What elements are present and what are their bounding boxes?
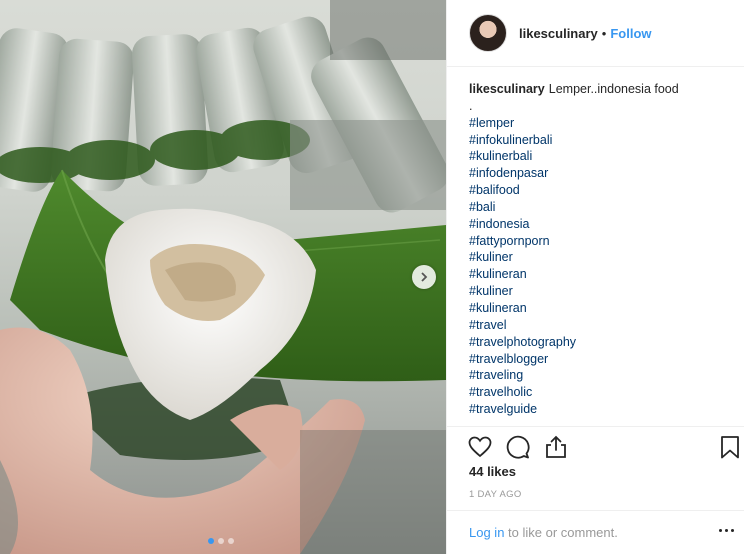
hashtag-link[interactable]: #infokulinerbali <box>469 132 722 149</box>
comment-icon[interactable] <box>505 434 531 460</box>
hashtag-link[interactable]: #indonesia <box>469 216 722 233</box>
carousel-dot-active <box>208 538 214 544</box>
photo-image <box>0 0 446 554</box>
follow-button[interactable]: Follow <box>610 26 651 41</box>
hashtag-link[interactable]: #travel <box>469 317 722 334</box>
login-prompt: Log in to like or comment. <box>447 510 744 554</box>
hashtag-link[interactable]: #fattypornporn <box>469 233 722 250</box>
more-options-icon[interactable] <box>719 529 735 535</box>
caption-text: Lemper..indonesia food <box>548 82 679 96</box>
caption: likesculinary Lemper..indonesia food . #l… <box>447 67 744 423</box>
hashtag-link[interactable]: #travelholic <box>469 384 722 401</box>
hashtag-link[interactable]: #infodenpasar <box>469 165 722 182</box>
hashtag-link[interactable]: #traveling <box>469 367 722 384</box>
action-bar <box>447 426 744 464</box>
hashtag-link[interactable]: #travelblogger <box>469 351 722 368</box>
caption-dot: . <box>469 98 473 113</box>
hashtag-link[interactable]: #travelphotography <box>469 334 722 351</box>
post-timestamp[interactable]: 1 DAY AGO <box>469 489 522 500</box>
header-username[interactable]: likesculinary <box>519 26 598 41</box>
hashtag-link[interactable]: #balifood <box>469 182 722 199</box>
avatar[interactable] <box>469 14 507 52</box>
caption-username[interactable]: likesculinary <box>469 82 545 96</box>
hashtag-list: #lemper #infokulinerbali #kulinerbali #info… <box>469 115 722 418</box>
heart-icon[interactable] <box>467 434 493 460</box>
hashtag-link[interactable]: #kulinerbali <box>469 148 722 165</box>
next-slide-button[interactable] <box>412 265 436 289</box>
hashtag-link[interactable]: #kulineran <box>469 300 722 317</box>
post-side-panel: likesculinary • Follow likesculinary Lemp… <box>446 0 744 554</box>
post-photo[interactable] <box>0 0 446 554</box>
bookmark-icon[interactable] <box>717 434 743 460</box>
hashtag-link[interactable]: #kulineran <box>469 266 722 283</box>
hashtag-link[interactable]: #kuliner <box>469 283 722 300</box>
share-icon[interactable] <box>543 434 569 460</box>
header-text: likesculinary • Follow <box>519 26 652 41</box>
login-link[interactable]: Log in <box>469 525 504 540</box>
hashtag-link[interactable]: #kuliner <box>469 249 722 266</box>
hashtag-link[interactable]: #travelguide <box>469 401 722 418</box>
hashtag-link[interactable]: #lemper <box>469 115 722 132</box>
chevron-right-icon <box>421 272 428 282</box>
header-separator: • <box>601 25 607 41</box>
post-header: likesculinary • Follow <box>447 0 744 67</box>
carousel-dots <box>208 538 234 544</box>
hashtag-link[interactable]: #bali <box>469 199 722 216</box>
login-prompt-text: to like or comment. <box>504 525 618 540</box>
caption-line: likesculinary Lemper..indonesia food <box>469 81 722 98</box>
carousel-dot <box>218 538 224 544</box>
carousel-dot <box>228 538 234 544</box>
likes-count[interactable]: 44 likes <box>469 464 516 479</box>
